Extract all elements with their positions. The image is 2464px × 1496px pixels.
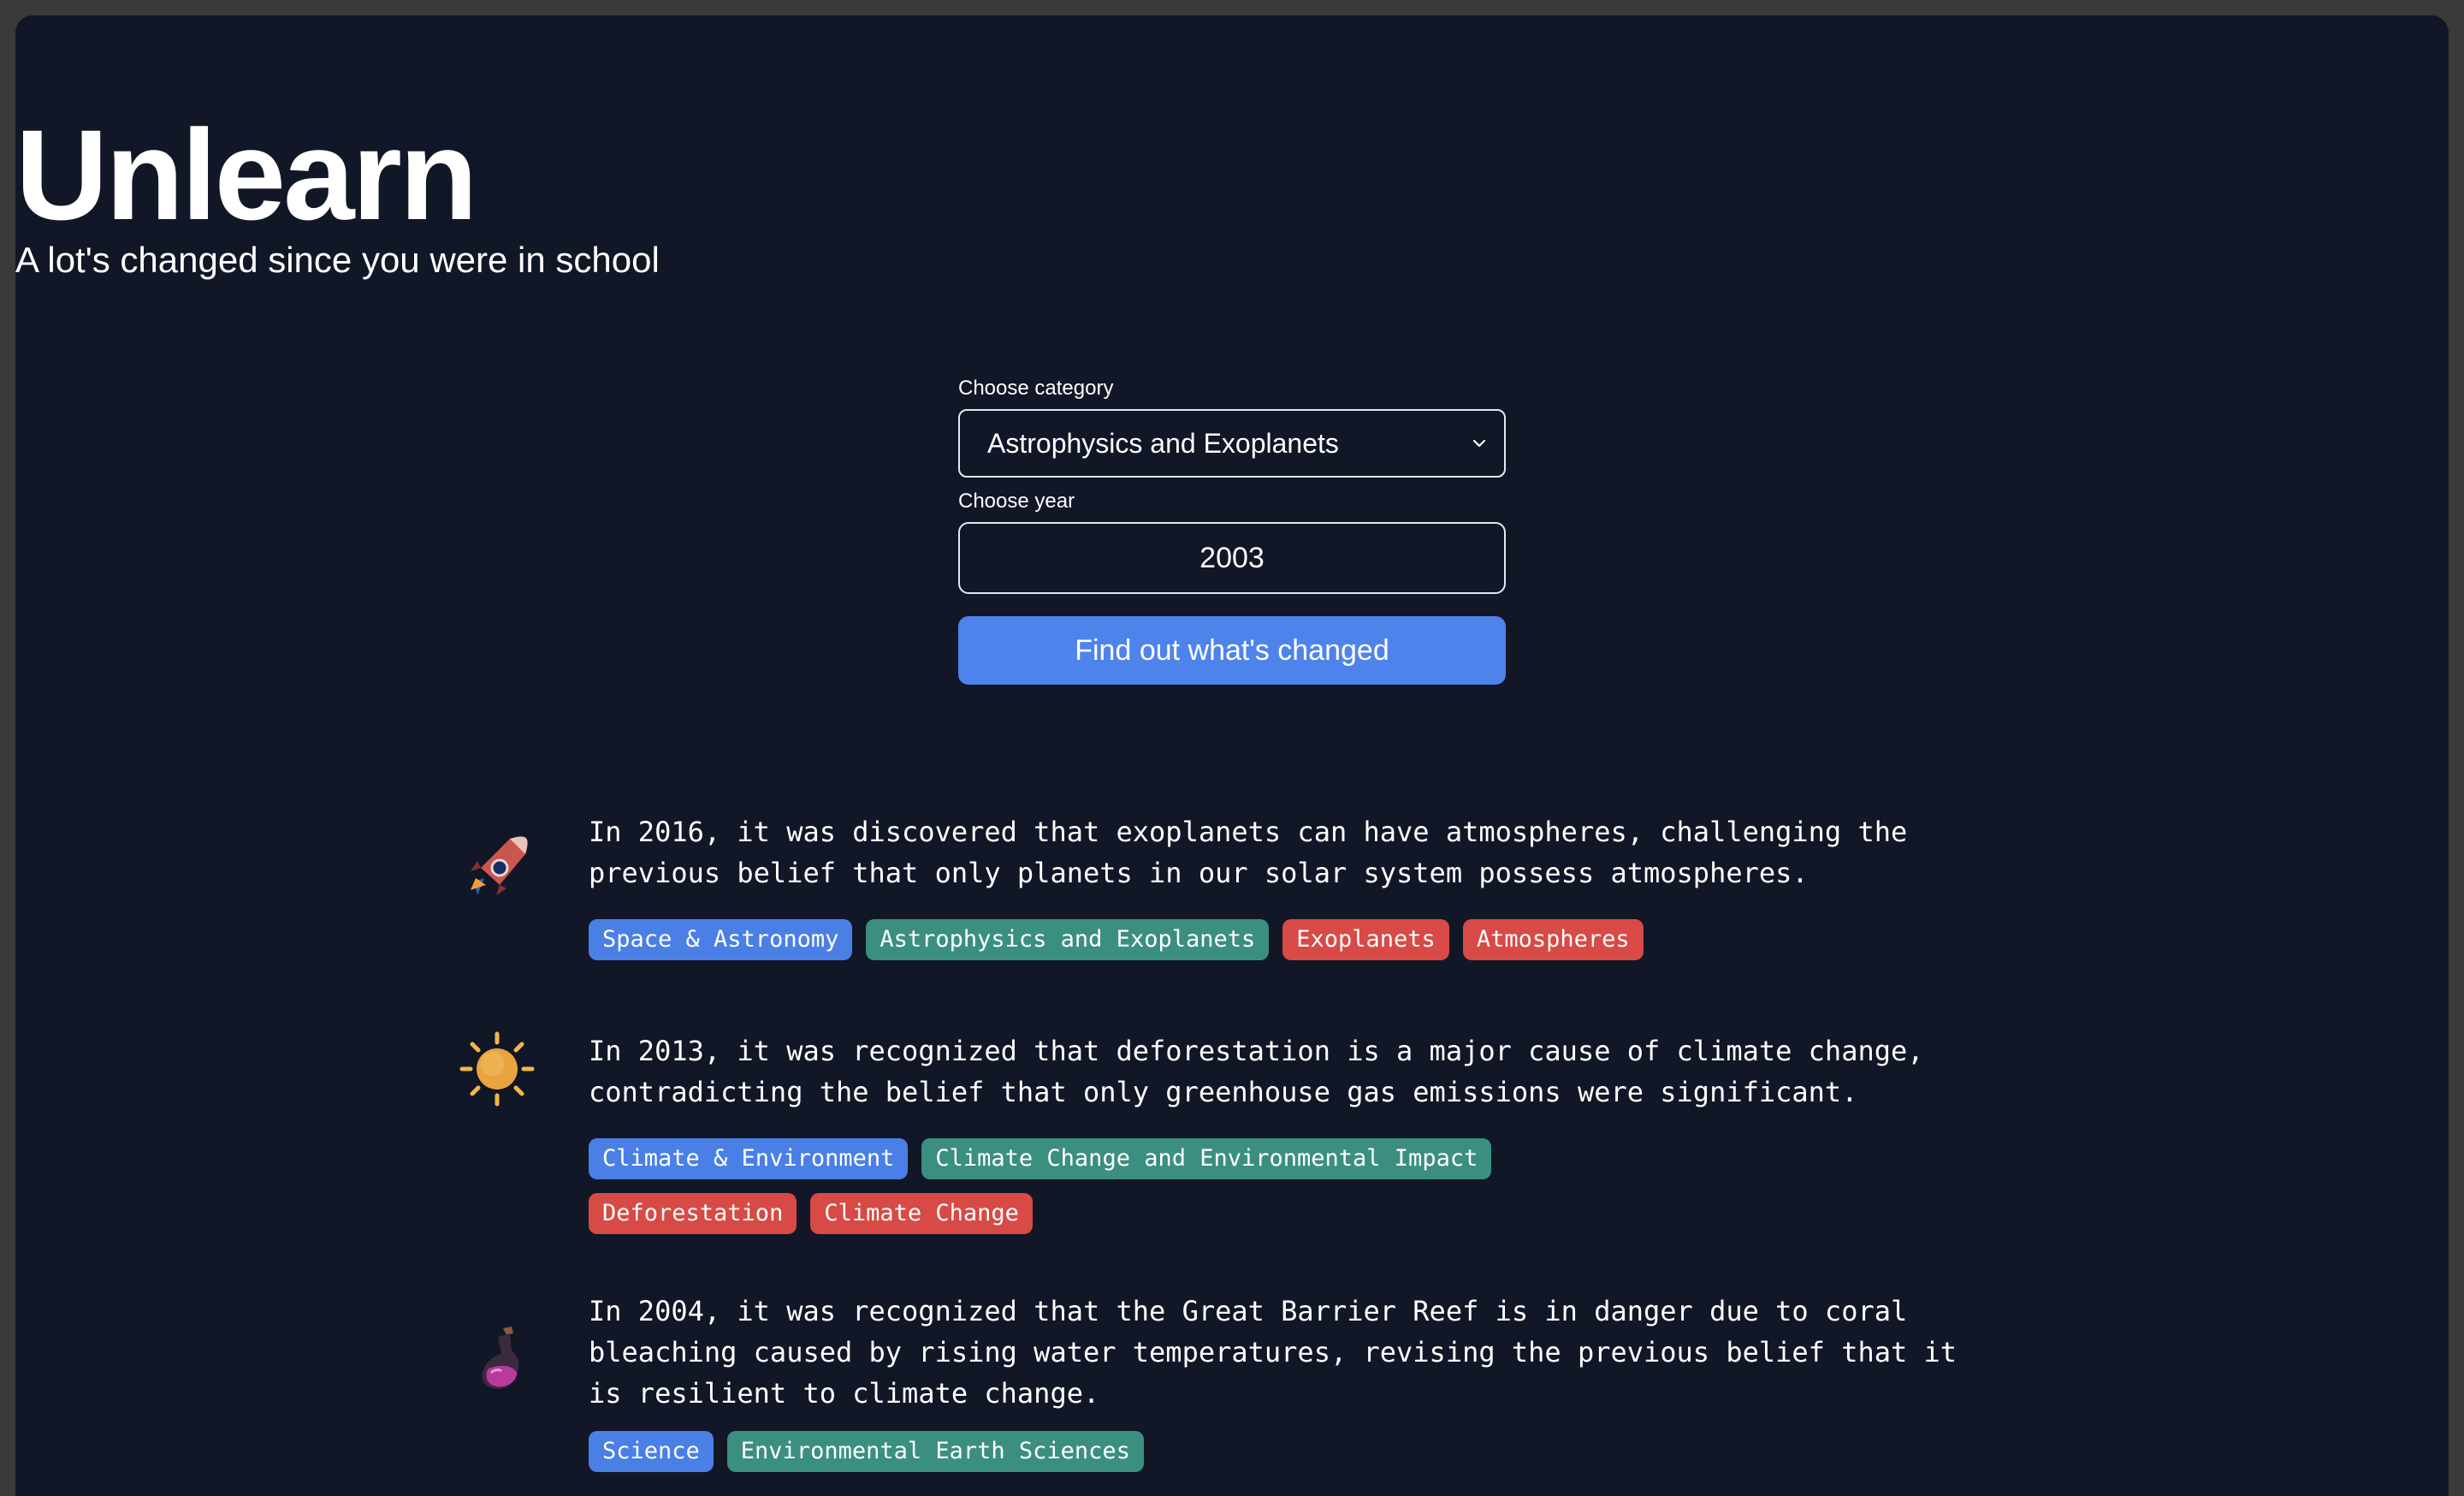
fact-content: In 2004, it was recognized that the Grea…: [589, 1291, 2060, 1472]
fact-text: In 2016, it was discovered that exoplane…: [589, 816, 1908, 889]
sun-icon: [459, 1031, 535, 1107]
year-input[interactable]: [958, 522, 1506, 594]
tag-subcategory[interactable]: Environmental Earth Sciences: [726, 1431, 1144, 1472]
fact-text: In 2004, it was recognized that the Grea…: [589, 1295, 1958, 1410]
page-subtitle: A lot's changed since you were in school: [15, 240, 660, 280]
page-title: Unlearn: [15, 103, 477, 246]
tag-topic[interactable]: Climate Change: [810, 1193, 1033, 1234]
tag-topic[interactable]: Deforestation: [589, 1193, 797, 1234]
tag-topic[interactable]: Exoplanets: [1282, 919, 1449, 960]
tag-category[interactable]: Science: [589, 1431, 714, 1472]
search-form: Choose category Astrophysics and Exoplan…: [958, 375, 1506, 685]
rocket-icon: [471, 836, 528, 895]
fact-content: In 2013, it was recognized that deforest…: [589, 1030, 2060, 1234]
potion-flask-icon: [482, 1327, 519, 1389]
tag-category[interactable]: Space & Astronomy: [589, 919, 853, 960]
tag-subcategory[interactable]: Astrophysics and Exoplanets: [866, 919, 1270, 960]
tag-subcategory[interactable]: Climate Change and Environmental Impact: [921, 1138, 1492, 1179]
category-select[interactable]: Astrophysics and Exoplanets: [958, 409, 1506, 478]
app-window: Unlearn A lot's changed since you were i…: [15, 15, 2449, 1496]
category-select-value: Astrophysics and Exoplanets: [987, 427, 1339, 459]
tag-list: Climate & Environment Climate Change and…: [589, 1138, 2060, 1234]
fact-text: In 2013, it was recognized that deforest…: [589, 1035, 1924, 1108]
chevron-down-icon: [1472, 439, 1486, 448]
tag-category[interactable]: Climate & Environment: [589, 1138, 909, 1179]
year-label: Choose year: [958, 490, 1075, 513]
tag-topic[interactable]: Atmospheres: [1462, 919, 1644, 960]
find-changes-button[interactable]: Find out what's changed: [958, 616, 1506, 685]
tag-list: Science Environmental Earth Sciences: [589, 1431, 2060, 1472]
fact-content: In 2016, it was discovered that exoplane…: [589, 811, 2060, 960]
category-label: Choose category: [958, 377, 1114, 400]
tag-list: Space & Astronomy Astrophysics and Exopl…: [589, 919, 2060, 960]
